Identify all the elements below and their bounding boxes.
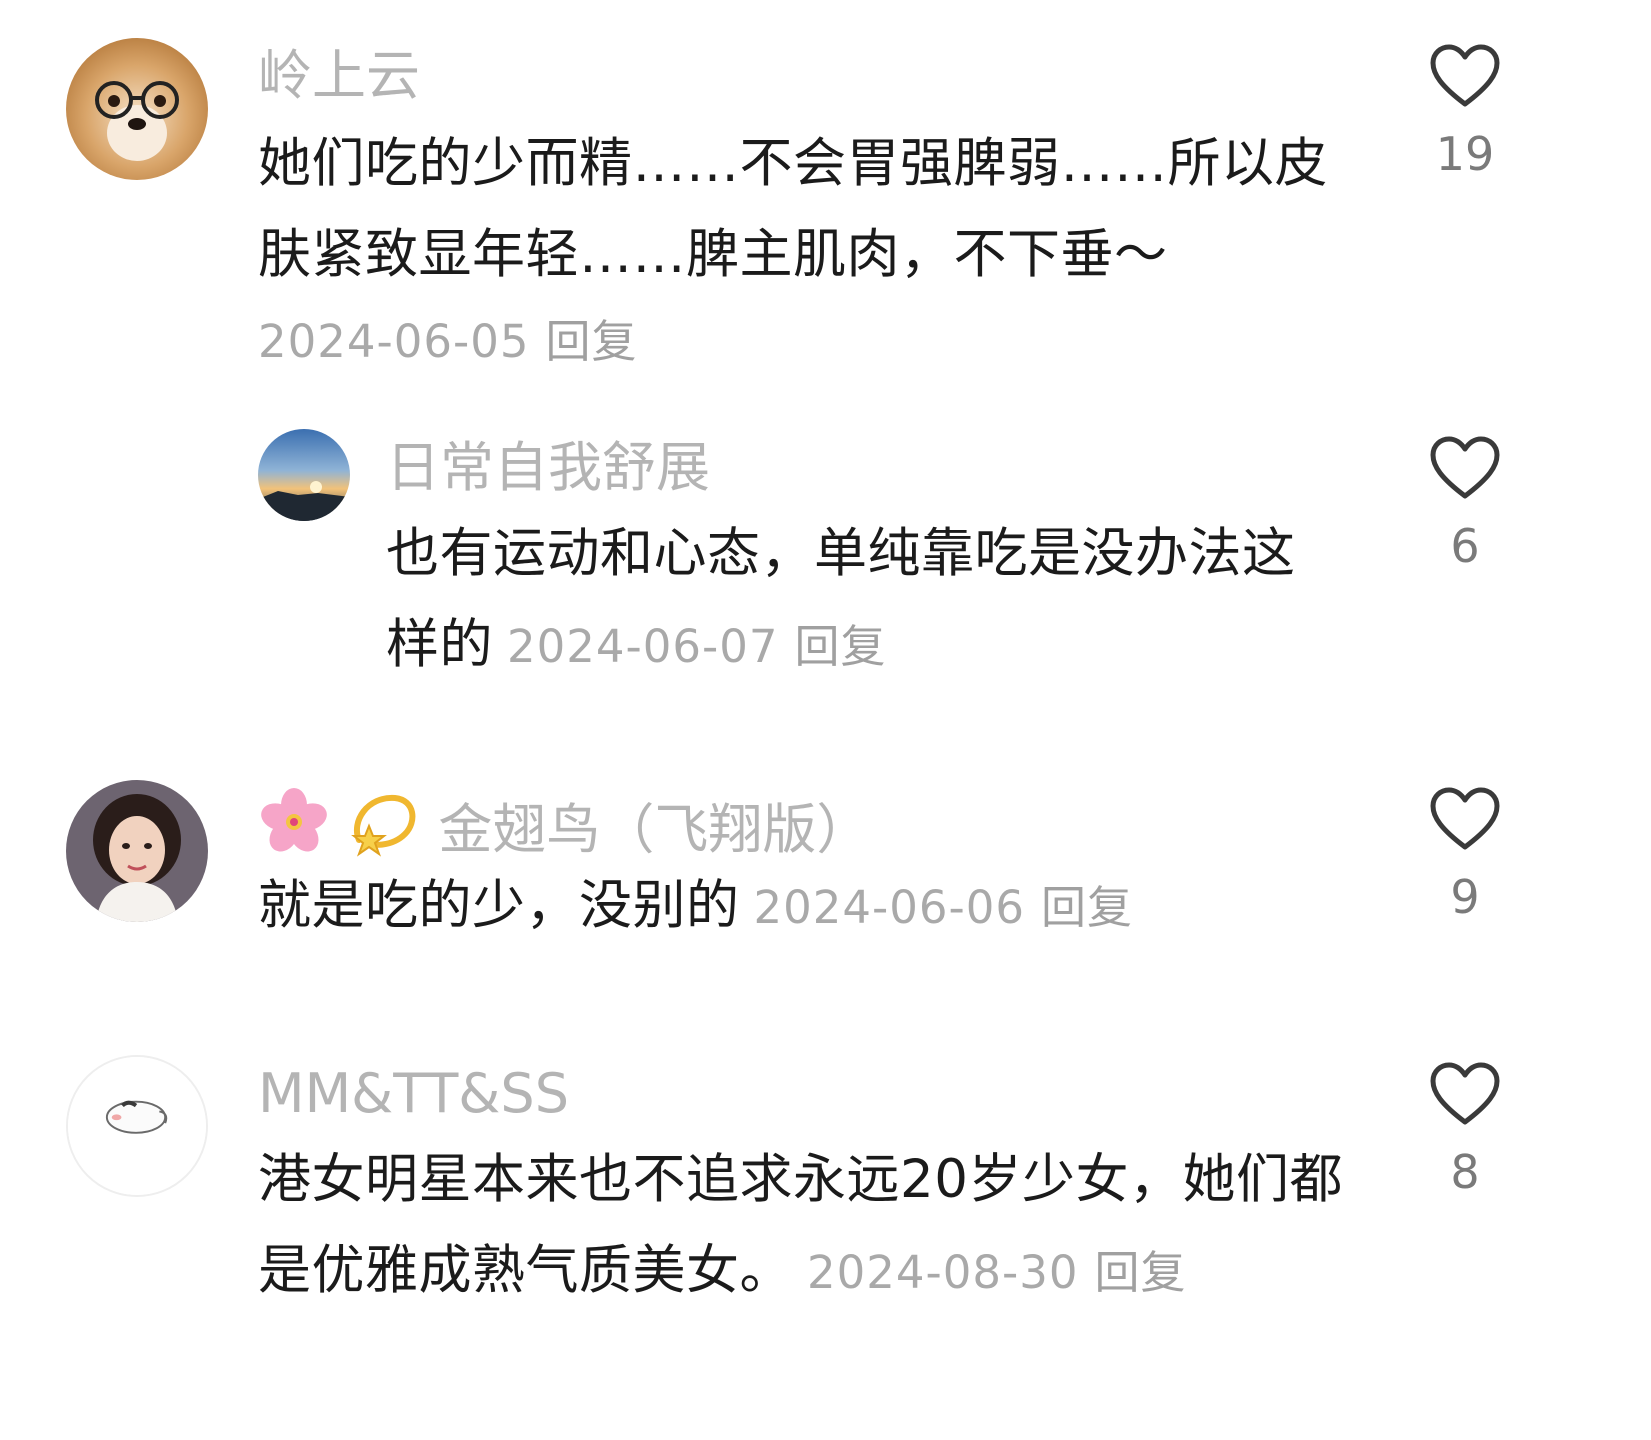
comment-meta: 2024-06-07 回复 [507,620,887,673]
reply-button[interactable]: 回复 [795,620,887,673]
like-count: 6 [1450,519,1480,573]
like-button[interactable]: 19 [1410,44,1520,182]
comment-meta: 2024-08-30 回复 [807,1246,1187,1299]
heart-icon [1430,1062,1500,1125]
username[interactable]: 日常自我舒展 [386,436,710,500]
comment-text: 她们吃的少而精……不会胃强脾弱……所以皮肤紧致显年轻……脾主肌肉，不下垂～ [258,118,1338,300]
heart-icon [1430,787,1500,850]
comment-date: 2024-08-30 [807,1246,1079,1299]
comment-date: 2024-06-06 [753,881,1026,934]
comment-body: 她们吃的少而精……不会胃强脾弱……所以皮肤紧致显年轻……脾主肌肉，不下垂～ [258,133,1328,285]
comment-date: 2024-06-05 [258,315,530,368]
reply-button[interactable]: 回复 [1041,881,1133,934]
comment-text: 就是吃的少，没别的 2024-06-06 回复 [258,860,1378,953]
sleeping-animal-avatar [68,1057,206,1195]
username[interactable]: 金翅鸟（飞翔版） [438,798,870,861]
avatar[interactable] [66,780,208,922]
username[interactable]: 岭上云 [258,44,420,108]
comment-date: 2024-06-07 [507,620,779,673]
heart-icon [1430,44,1500,107]
like-button[interactable]: 9 [1410,787,1520,925]
like-count: 9 [1450,870,1480,924]
avatar[interactable] [258,429,350,521]
comment-text: 也有运动和心态，单纯靠吃是没办法这样的 2024-06-07 回复 [386,508,1346,692]
heart-icon [1430,436,1500,499]
comment-meta: 2024-06-05 回复 [258,312,638,372]
avatar[interactable] [66,38,208,180]
like-count: 8 [1450,1145,1480,1199]
reply-button[interactable]: 回复 [546,315,638,368]
woman-portrait-avatar [66,780,208,922]
like-button[interactable]: 6 [1410,436,1520,574]
comment-meta: 2024-06-06 回复 [754,881,1134,934]
reply-button[interactable]: 回复 [1095,1246,1187,1299]
sunset-landscape-avatar [258,429,350,521]
comment-body: 就是吃的少，没别的 [258,875,740,936]
like-button[interactable]: 8 [1410,1062,1520,1200]
avatar[interactable] [66,1055,208,1197]
username[interactable]: MM&TT&SS [258,1062,569,1126]
glasses-dog-avatar [66,38,208,180]
comment-text: 港女明星本来也不追求永远20岁少女，她们都是优雅成熟气质美女。 2024-08-3… [258,1134,1368,1318]
like-count: 19 [1435,127,1495,181]
